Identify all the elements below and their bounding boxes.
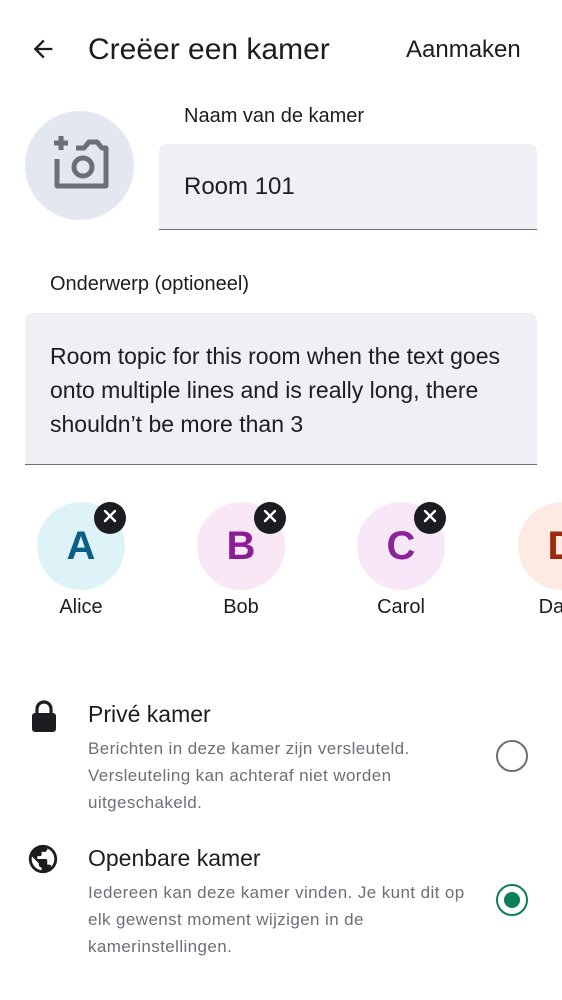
public-room-radio[interactable] [496, 884, 528, 916]
avatar: D [518, 502, 562, 590]
private-room-option[interactable]: Privé kamer Berichten in deze kamer zijn… [0, 690, 562, 820]
topic-label: Onderwerp (optioneel) [50, 273, 249, 295]
invitee-dave: D Dave [518, 502, 562, 622]
create-button[interactable]: Aanmaken [396, 30, 531, 70]
room-name-input[interactable]: Room 101 [159, 144, 537, 230]
topic-value: Room topic for this room when the text g… [50, 343, 500, 437]
globe-icon [25, 841, 61, 877]
private-room-description: Berichten in deze kamer zijn versleuteld… [88, 739, 410, 812]
room-name-value: Room 101 [184, 173, 295, 200]
radio-selected-dot [504, 892, 520, 908]
remove-invitee-button[interactable] [94, 502, 126, 534]
invitee-dave-clip: D Dave [518, 502, 562, 632]
invitee-name: Carol [377, 596, 425, 618]
invitee-carol: C Carol [357, 502, 478, 622]
page-title: Creëer een kamer [88, 33, 330, 66]
remove-invitee-button[interactable] [254, 502, 286, 534]
close-icon [263, 509, 277, 528]
add-photo-icon [48, 131, 112, 200]
private-room-title: Privé kamer [88, 701, 211, 727]
close-icon [103, 509, 117, 528]
back-button[interactable] [22, 30, 64, 72]
private-room-radio[interactable] [496, 740, 528, 772]
public-room-title: Openbare kamer [88, 845, 261, 871]
lock-icon [26, 698, 62, 734]
room-avatar-picker[interactable] [25, 111, 134, 220]
invitee-name: Alice [59, 596, 103, 618]
public-room-option[interactable]: Openbare kamer Iedereen kan deze kamer v… [0, 834, 562, 964]
invitee-bob: B Bob [197, 502, 318, 622]
remove-invitee-button[interactable] [414, 502, 446, 534]
invitee-name: Dave [538, 596, 562, 618]
topic-input[interactable]: Room topic for this room when the text g… [25, 313, 537, 465]
close-icon [423, 509, 437, 528]
invitee-name: Bob [223, 596, 259, 618]
invitee-alice: A Alice [37, 502, 158, 622]
arrow-left-icon [29, 35, 57, 68]
room-name-label: Naam van de kamer [184, 105, 365, 127]
public-room-description: Iedereen kan deze kamer vinden. Je kunt … [88, 883, 465, 956]
